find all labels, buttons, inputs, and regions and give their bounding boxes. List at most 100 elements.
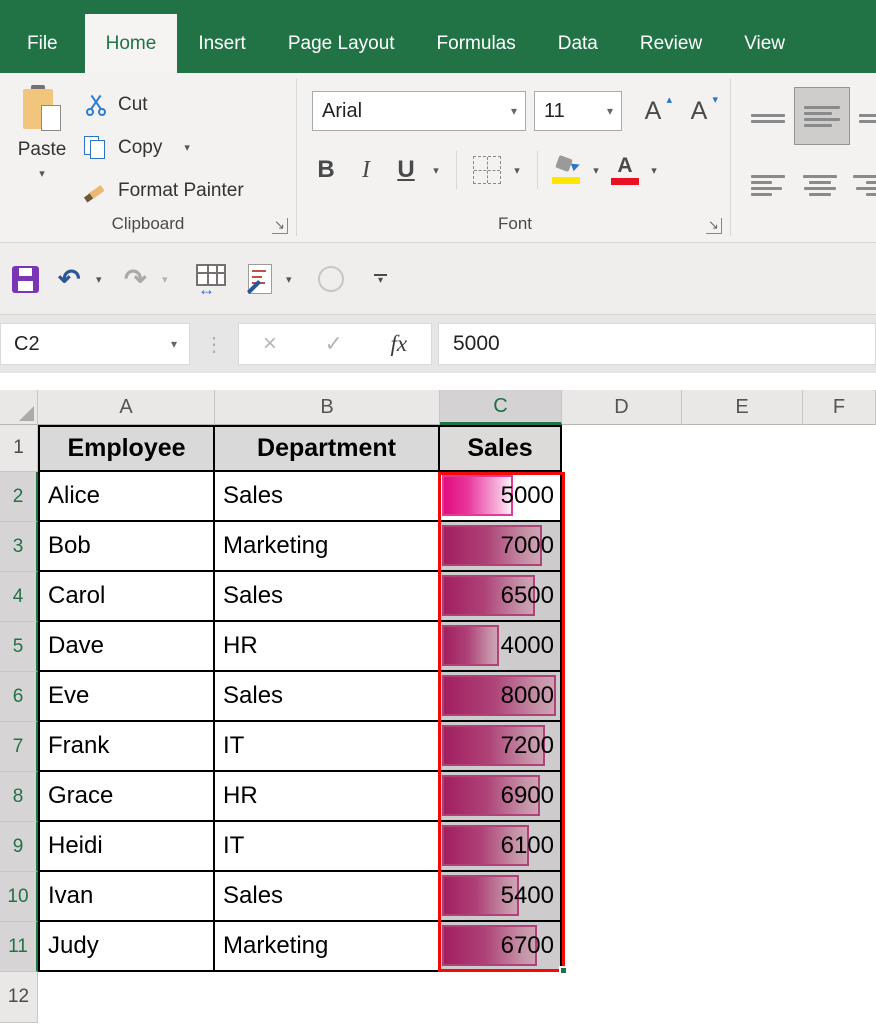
- cell-employee-A3[interactable]: Bob: [38, 522, 215, 572]
- cell-department-B3[interactable]: Marketing: [215, 522, 440, 572]
- font-size-combo[interactable]: 11 ▾: [534, 91, 622, 131]
- cell-employee-A6[interactable]: Eve: [38, 672, 215, 722]
- cell-department-B6[interactable]: Sales: [215, 672, 440, 722]
- cell-sales-C4[interactable]: 6500: [440, 572, 562, 622]
- cell-employee-A9[interactable]: Heidi: [38, 822, 215, 872]
- shrink-font-button[interactable]: A ▾: [678, 91, 720, 131]
- column-header-A[interactable]: A: [38, 390, 215, 425]
- borders-icon[interactable]: [473, 156, 501, 184]
- cell-department-B2[interactable]: Sales: [215, 472, 440, 522]
- name-box[interactable]: C2 ▾: [0, 323, 190, 365]
- font-size-combo-arrow[interactable]: ▾: [607, 104, 621, 118]
- row-header-11[interactable]: 11: [0, 922, 38, 972]
- cell-department-B4[interactable]: Sales: [215, 572, 440, 622]
- cell-sales-C7[interactable]: 7200: [440, 722, 562, 772]
- row-header-3[interactable]: 3: [0, 522, 38, 572]
- tab-file[interactable]: File: [0, 14, 85, 73]
- formula-input[interactable]: 5000: [438, 323, 876, 365]
- redo-dropdown[interactable]: ▾: [162, 243, 168, 315]
- row-header-10[interactable]: 10: [0, 872, 38, 922]
- enter-icon[interactable]: ✓: [324, 331, 342, 357]
- fill-color-icon[interactable]: [552, 156, 582, 184]
- header-cell-department[interactable]: Department: [215, 425, 440, 472]
- cell-sales-C9[interactable]: 6100: [440, 822, 562, 872]
- clipboard-dialog-launcher-icon[interactable]: ↘: [272, 218, 288, 234]
- align-left-button[interactable]: [748, 169, 788, 201]
- bold-button[interactable]: B: [306, 156, 346, 184]
- row-header-12[interactable]: 12: [0, 972, 38, 1023]
- cell-sales-C11[interactable]: 6700: [440, 922, 562, 972]
- copy-button[interactable]: Copy ▾: [84, 126, 294, 169]
- borders-dropdown-caret[interactable]: ▾: [507, 164, 527, 177]
- row-header-4[interactable]: 4: [0, 572, 38, 622]
- tab-page-layout[interactable]: Page Layout: [267, 14, 416, 73]
- undo-dropdown[interactable]: ▾: [96, 243, 102, 315]
- customize-qat-button[interactable]: ▾: [374, 243, 387, 315]
- font-color-icon[interactable]: A: [610, 155, 640, 185]
- column-header-C[interactable]: C: [440, 390, 562, 425]
- tab-insert[interactable]: Insert: [177, 14, 267, 73]
- cell-employee-A4[interactable]: Carol: [38, 572, 215, 622]
- tab-review[interactable]: Review: [619, 14, 723, 73]
- cell-employee-A7[interactable]: Frank: [38, 722, 215, 772]
- tab-home[interactable]: Home: [85, 14, 178, 73]
- column-header-D[interactable]: D: [562, 390, 682, 425]
- cell-employee-A2[interactable]: Alice: [38, 472, 215, 522]
- row-header-2[interactable]: 2: [0, 472, 38, 522]
- align-right-button[interactable]: [850, 169, 876, 201]
- font-color-dropdown-caret[interactable]: ▾: [644, 164, 664, 177]
- tab-view[interactable]: View: [723, 14, 806, 73]
- font-name-combo-arrow[interactable]: ▾: [511, 104, 525, 118]
- cell-employee-A11[interactable]: Judy: [38, 922, 215, 972]
- undo-button[interactable]: ↶: [58, 243, 81, 315]
- cell-sales-C10[interactable]: 5400: [440, 872, 562, 922]
- save-button[interactable]: [12, 243, 39, 315]
- underline-button[interactable]: U: [386, 156, 426, 184]
- grow-font-button[interactable]: A ▴: [632, 91, 674, 131]
- circle-button[interactable]: [318, 243, 344, 315]
- form-edit-dropdown[interactable]: ▾: [286, 243, 292, 315]
- row-header-1[interactable]: 1: [0, 425, 38, 472]
- column-header-E[interactable]: E: [682, 390, 803, 425]
- row-header-8[interactable]: 8: [0, 772, 38, 822]
- cell-employee-A8[interactable]: Grace: [38, 772, 215, 822]
- cell-employee-A10[interactable]: Ivan: [38, 872, 215, 922]
- paste-button[interactable]: Paste ▾: [8, 81, 76, 209]
- font-name-combo[interactable]: Arial ▾: [312, 91, 526, 131]
- cell-department-B11[interactable]: Marketing: [215, 922, 440, 972]
- align-center-button[interactable]: [800, 169, 840, 201]
- cell-department-B5[interactable]: HR: [215, 622, 440, 672]
- cell-sales-C5[interactable]: 4000: [440, 622, 562, 672]
- tab-formulas[interactable]: Formulas: [416, 14, 537, 73]
- font-dialog-launcher-icon[interactable]: ↘: [706, 218, 722, 234]
- cell-employee-A5[interactable]: Dave: [38, 622, 215, 672]
- cell-department-B8[interactable]: HR: [215, 772, 440, 822]
- formula-bar-resizer[interactable]: ⋮: [204, 323, 224, 365]
- name-box-dropdown-icon[interactable]: ▾: [171, 337, 189, 351]
- row-header-9[interactable]: 9: [0, 822, 38, 872]
- row-header-6[interactable]: 6: [0, 672, 38, 722]
- underline-dropdown-caret[interactable]: ▾: [426, 164, 446, 177]
- insert-function-icon[interactable]: fx: [391, 331, 408, 357]
- select-all-button[interactable]: [0, 390, 38, 425]
- redo-button[interactable]: ↷: [124, 243, 147, 315]
- column-header-B[interactable]: B: [215, 390, 440, 425]
- autofit-column-width-button[interactable]: ↔: [196, 243, 226, 315]
- copy-dropdown-caret[interactable]: ▾: [184, 141, 190, 154]
- italic-button[interactable]: I: [346, 157, 386, 184]
- top-align-button[interactable]: [748, 103, 788, 133]
- format-painter-button[interactable]: Format Painter: [84, 169, 294, 212]
- cell-sales-C3[interactable]: 7000: [440, 522, 562, 572]
- cell-department-B10[interactable]: Sales: [215, 872, 440, 922]
- cut-button[interactable]: Cut: [84, 83, 294, 126]
- row-header-5[interactable]: 5: [0, 622, 38, 672]
- cell-sales-C2[interactable]: 5000: [440, 472, 562, 522]
- cell-sales-C8[interactable]: 6900: [440, 772, 562, 822]
- cancel-icon[interactable]: ×: [263, 330, 277, 358]
- tab-data[interactable]: Data: [537, 14, 619, 73]
- form-edit-button[interactable]: [248, 243, 272, 315]
- cell-department-B7[interactable]: IT: [215, 722, 440, 772]
- middle-align-button[interactable]: [794, 87, 850, 145]
- row-header-7[interactable]: 7: [0, 722, 38, 772]
- paste-dropdown-caret[interactable]: ▾: [39, 167, 45, 180]
